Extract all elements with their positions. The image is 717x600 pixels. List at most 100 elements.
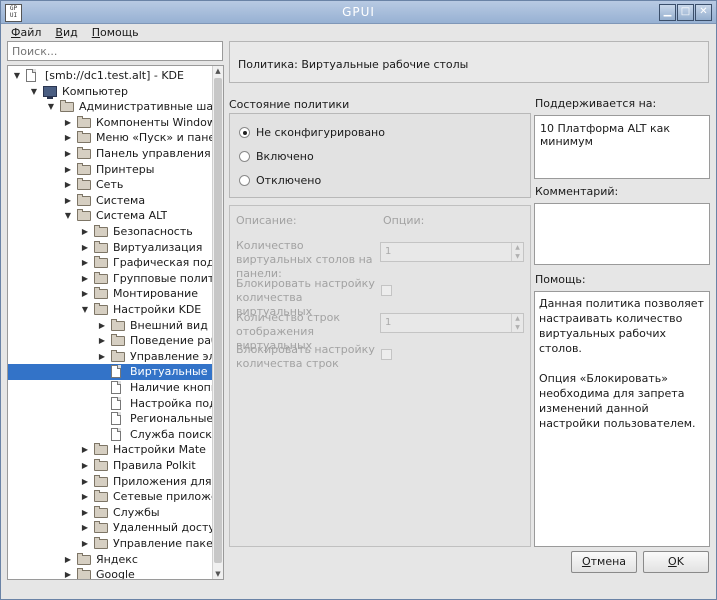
computer-icon [43, 85, 57, 99]
collapsed-arrow-icon[interactable]: ▶ [80, 286, 90, 302]
tree-item-label: Безопасность [113, 225, 193, 238]
radio-enabled[interactable] [239, 151, 250, 162]
tree-scrollbar[interactable]: ▲ ▼ [212, 66, 223, 579]
menu-help[interactable]: Помощь [92, 26, 139, 39]
collapsed-arrow-icon[interactable]: ▶ [97, 333, 107, 349]
radio-disabled[interactable] [239, 175, 250, 186]
expanded-arrow-icon[interactable]: ▼ [80, 302, 90, 318]
tree-item[interactable]: ▶ Службы [8, 505, 213, 521]
expanded-arrow-icon[interactable]: ▼ [46, 99, 56, 115]
tree-item[interactable]: ▶ Удаленный доступ... [8, 520, 223, 536]
tree-item[interactable]: ▼ Административные шаб... [8, 99, 223, 115]
expanded-arrow-icon[interactable]: ▼ [12, 68, 22, 84]
radio-not-configured-label[interactable]: Не сконфигурировано [256, 126, 385, 139]
expanded-arrow-icon[interactable]: ▼ [63, 208, 73, 224]
tree-item[interactable]: Наличие кнопк... [8, 380, 223, 396]
tree-item[interactable]: ▶ Система [8, 193, 213, 209]
tree-item[interactable]: ▶ Графическая подс... [8, 255, 223, 271]
close-button[interactable]: ✕ [695, 4, 712, 21]
collapsed-arrow-icon[interactable]: ▶ [80, 255, 90, 271]
collapsed-arrow-icon[interactable]: ▶ [63, 115, 73, 131]
collapsed-arrow-icon[interactable]: ▶ [80, 489, 90, 505]
tree-item[interactable]: ▶ Панель управления [8, 146, 213, 162]
scroll-up-icon[interactable]: ▲ [213, 66, 223, 76]
tree-item[interactable]: ▼ Настройки KDE [8, 302, 213, 318]
collapsed-arrow-icon[interactable]: ▶ [80, 271, 90, 287]
collapsed-arrow-icon[interactable]: ▶ [63, 567, 73, 579]
tree-item[interactable]: ▶ Google [8, 567, 213, 579]
maximize-button[interactable]: □ [677, 4, 694, 21]
tree-item[interactable]: Виртуальные р... [8, 364, 223, 381]
tree-item[interactable]: ▶ Безопасность [8, 224, 213, 240]
collapsed-arrow-icon[interactable]: ▶ [80, 240, 90, 256]
minimize-button[interactable]: ▁ [659, 4, 676, 21]
tree-item[interactable]: ▶ Правила Polkit [8, 458, 213, 474]
tree-item[interactable]: ▶ Управление пакет... [8, 536, 223, 552]
collapsed-arrow-icon[interactable]: ▶ [63, 193, 73, 209]
spin-arrows-icon[interactable]: ▲ ▼ [511, 243, 523, 261]
tree-item[interactable]: ▶ Компоненты Windows [8, 115, 222, 131]
tree-item[interactable]: ▶ Настройки Mate [8, 442, 213, 458]
radio-disabled-label[interactable]: Отключено [256, 174, 321, 187]
comment-field[interactable] [534, 203, 710, 265]
collapsed-arrow-icon[interactable]: ▶ [80, 224, 90, 240]
spin-arrows-icon[interactable]: ▲ ▼ [511, 314, 523, 332]
tree-item[interactable]: ▶ Яндекс [8, 552, 213, 568]
collapsed-arrow-icon[interactable]: ▶ [97, 349, 107, 365]
lock-rows-checkbox[interactable] [381, 349, 392, 360]
ok-button[interactable]: OK [643, 551, 709, 573]
collapsed-arrow-icon[interactable]: ▶ [63, 162, 73, 178]
folder-icon [94, 271, 108, 284]
policy-tree[interactable]: ▼ [smb://dc1.test.alt] - KDE ▼ Компьютер ▼ Ад… [7, 65, 224, 580]
collapsed-arrow-icon[interactable]: ▶ [80, 536, 90, 552]
collapsed-arrow-icon[interactable]: ▶ [80, 520, 90, 536]
lock-desktops-checkbox[interactable] [381, 285, 392, 296]
tree-item-label: Поведение раб... [130, 334, 224, 348]
cancel-button[interactable]: Отмена [571, 551, 637, 573]
tree-item[interactable]: ▼ Система ALT [8, 208, 213, 224]
desktops-count-spinbox[interactable]: 1 ▲ ▼ [380, 242, 524, 262]
scroll-down-icon[interactable]: ▼ [213, 569, 223, 579]
search-input[interactable] [7, 41, 223, 61]
doc-icon [111, 365, 121, 379]
tree-item[interactable]: ▶ Внешний вид [8, 318, 213, 334]
tree-item[interactable]: ▼ [smb://dc1.test.alt] - KDE [8, 68, 213, 84]
collapsed-arrow-icon[interactable]: ▶ [80, 442, 90, 458]
collapsed-arrow-icon[interactable]: ▶ [97, 318, 107, 334]
collapsed-arrow-icon[interactable]: ▶ [63, 130, 73, 146]
folder-icon [94, 225, 108, 237]
expanded-arrow-icon[interactable]: ▼ [29, 84, 39, 100]
tree-item[interactable]: Служба поиска ... [8, 427, 223, 443]
tree-item[interactable]: ▶ Групповые полити... [8, 271, 223, 287]
tree-item[interactable]: ▶ Приложения для ... [8, 474, 223, 490]
tree-item[interactable]: ▶ Монтирование [8, 286, 213, 302]
collapsed-arrow-icon[interactable]: ▶ [80, 458, 90, 474]
folder-icon [77, 178, 91, 191]
tree-item[interactable]: ▶ Сеть [8, 177, 213, 193]
folder-icon [77, 147, 91, 159]
tree-item[interactable]: Региональные ... [8, 411, 223, 427]
tree-item[interactable]: ▶ Виртуализация [8, 240, 213, 256]
folder-icon [94, 287, 108, 300]
help-panel: Данная политика позволяет настраивать ко… [534, 291, 710, 547]
title-bar[interactable]: GP UI GPUI ▁ □ ✕ [1, 1, 716, 24]
tree-item[interactable]: ▼ Компьютер [8, 84, 213, 100]
folder-icon [94, 521, 108, 534]
menu-view[interactable]: Вид [55, 26, 77, 39]
collapsed-arrow-icon[interactable]: ▶ [80, 505, 90, 521]
radio-enabled-label[interactable]: Включено [256, 150, 314, 163]
tree-item[interactable]: ▶ Принтеры [8, 162, 213, 178]
radio-not-configured[interactable] [239, 127, 250, 138]
scroll-thumb[interactable] [214, 78, 222, 563]
tree-item[interactable]: ▶ Управление эл... [8, 349, 223, 365]
tree-item[interactable]: Настройка под... [8, 396, 223, 412]
collapsed-arrow-icon[interactable]: ▶ [63, 146, 73, 162]
rows-count-spinbox[interactable]: 1 ▲ ▼ [380, 313, 524, 333]
collapsed-arrow-icon[interactable]: ▶ [80, 474, 90, 490]
tree-item[interactable]: ▶ Меню «Пуск» и панел... [8, 130, 223, 146]
menu-file[interactable]: Файл [11, 26, 41, 39]
tree-item[interactable]: ▶ Поведение раб... [8, 333, 223, 349]
collapsed-arrow-icon[interactable]: ▶ [63, 552, 73, 568]
collapsed-arrow-icon[interactable]: ▶ [63, 177, 73, 193]
tree-item[interactable]: ▶ Сетевые приложе... [8, 489, 223, 505]
